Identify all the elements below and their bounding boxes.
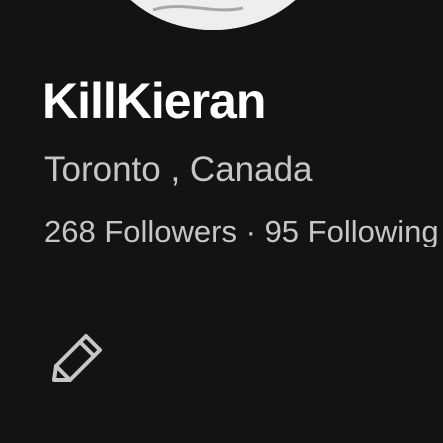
profile-page: KillKieran Toronto , Canada 268 Follower… <box>0 0 443 443</box>
avatar[interactable] <box>93 0 333 30</box>
followers-count[interactable]: 268 Followers <box>44 216 237 247</box>
avatar-image <box>93 0 333 30</box>
edit-profile-button[interactable] <box>44 326 108 390</box>
stats-separator: · <box>246 216 265 247</box>
profile-location: Toronto , Canada <box>44 150 313 189</box>
profile-stats: 268 Followers · 95 Following <box>44 216 443 247</box>
following-count[interactable]: 95 Following <box>265 216 439 247</box>
stats-separator-dot: · <box>245 216 256 247</box>
profile-username: KillKieran <box>42 73 266 129</box>
pencil-icon <box>52 334 102 382</box>
